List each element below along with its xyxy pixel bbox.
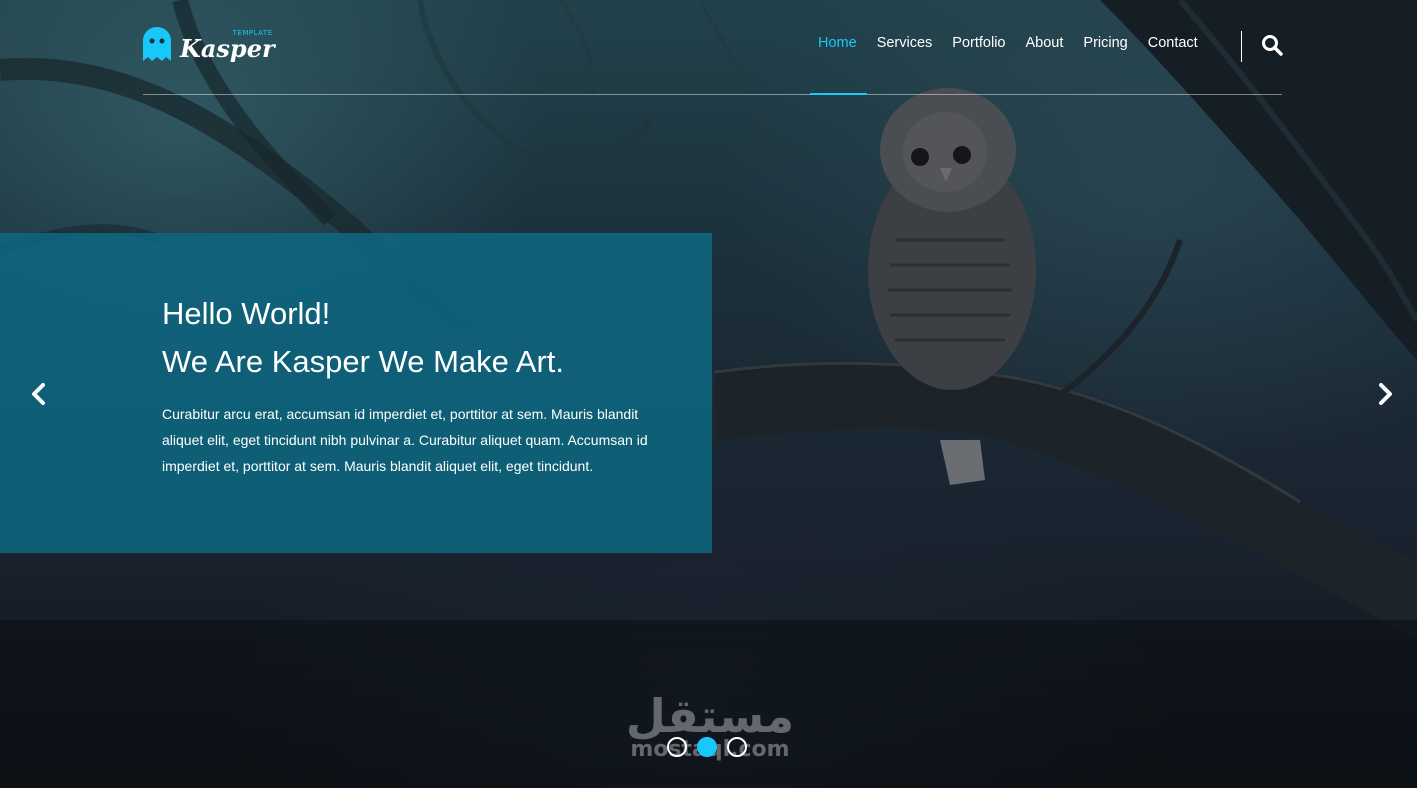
nav-item-services[interactable]: Services <box>877 35 933 51</box>
hero-title-line2: We Are Kasper We Make Art. <box>162 344 565 379</box>
hero-title-line1: Hello World! <box>162 296 331 331</box>
ghost-logo-icon <box>143 27 171 61</box>
nav-item-portfolio[interactable]: Portfolio <box>952 35 1005 51</box>
header-divider <box>143 94 1282 95</box>
slider-bullet-1[interactable] <box>667 737 687 757</box>
slider-bullet-3[interactable] <box>727 737 747 757</box>
active-nav-indicator <box>810 93 867 95</box>
hero-content-box: Hello World! We Are Kasper We Make Art. … <box>0 233 712 553</box>
main-nav: Home Services Portfolio About Pricing Co… <box>818 35 1218 51</box>
brand-logo[interactable]: TEMPLATE Kasper <box>142 24 275 64</box>
logo-tagline: TEMPLATE <box>232 28 273 37</box>
watermark-arabic-text: مستقل <box>625 689 795 743</box>
chevron-left-icon[interactable] <box>28 382 48 406</box>
nav-item-pricing[interactable]: Pricing <box>1083 35 1127 51</box>
search-icon[interactable] <box>1261 34 1283 56</box>
hero-description: Curabitur arcu erat, accumsan id imperdi… <box>162 406 648 474</box>
slider-bullets <box>667 737 757 757</box>
logo-name: Kasper <box>180 33 275 63</box>
nav-item-about[interactable]: About <box>1026 35 1064 51</box>
hero-title: Hello World! We Are Kasper We Make Art. <box>162 290 564 386</box>
chevron-right-icon[interactable] <box>1376 382 1396 406</box>
slider-bullet-2[interactable] <box>697 737 717 757</box>
nav-item-contact[interactable]: Contact <box>1148 35 1198 51</box>
nav-divider <box>1241 31 1242 62</box>
logo-text: TEMPLATE Kasper <box>180 26 275 63</box>
nav-item-home[interactable]: Home <box>818 35 857 51</box>
